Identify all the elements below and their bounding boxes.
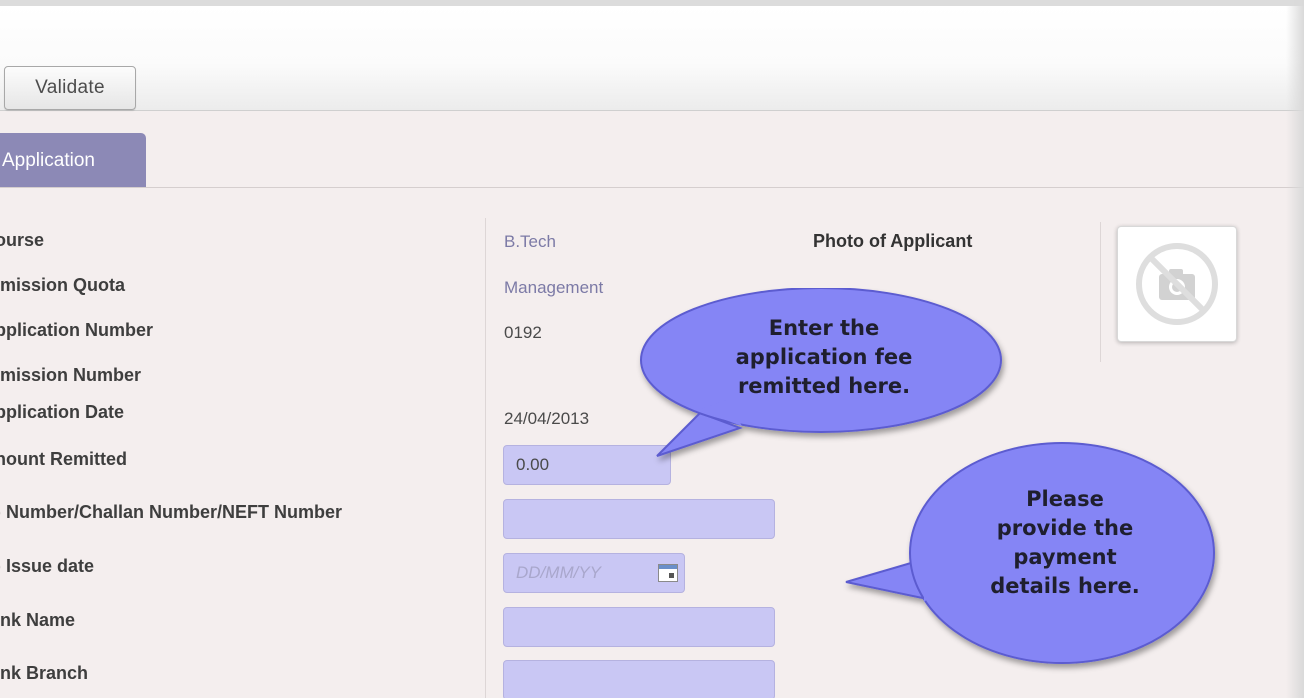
callout-payment-line-3: payment xyxy=(1013,545,1116,569)
callout-fee-line-1: Enter the xyxy=(769,316,879,340)
label-admission-quota: lmission Quota xyxy=(0,275,126,295)
label-bank-name: ink Name xyxy=(0,610,76,630)
dd-issue-date-placeholder: DD/MM/YY xyxy=(516,563,601,582)
callout-payment-bubble: Please provide the payment details here. xyxy=(845,442,1215,664)
callout-fee-line-3: remitted here. xyxy=(738,374,910,398)
label-dd-number: ) Number/Challan Number/NEFT Number xyxy=(0,502,343,522)
application-date-value: 24/04/2013 xyxy=(504,409,590,428)
form-window: Validate Application ourse lmission Quot… xyxy=(0,0,1304,698)
photo-label: Photo of Applicant xyxy=(813,231,973,251)
validate-button[interactable]: Validate xyxy=(4,66,136,110)
dd-number-input[interactable] xyxy=(503,499,775,539)
label-bank-branch: ink Branch xyxy=(0,663,89,683)
label-admission-number: lmission Number xyxy=(0,365,142,385)
bank-branch-input[interactable] xyxy=(503,660,775,698)
photo-divider xyxy=(1100,222,1101,362)
amount-remitted-text: 0.00 xyxy=(516,455,550,474)
callout-fee-line-2: application fee xyxy=(736,345,913,369)
callout-payment-line-2: provide the xyxy=(997,516,1134,540)
calendar-icon[interactable] xyxy=(658,564,678,582)
dd-issue-date-input[interactable]: DD/MM/YY xyxy=(503,553,685,593)
application-number-value: 0192 xyxy=(504,323,542,342)
callout-payment-line-1: Please xyxy=(1026,487,1104,511)
label-application-number: pplication Number xyxy=(0,320,154,340)
tab-application[interactable]: Application xyxy=(0,133,146,188)
tab-divider xyxy=(0,187,1304,188)
course-value[interactable]: B.Tech xyxy=(504,232,556,252)
photo-upload[interactable] xyxy=(1117,226,1237,342)
label-course: ourse xyxy=(0,230,45,250)
column-divider xyxy=(485,218,486,698)
label-application-date: pplication Date xyxy=(0,402,125,422)
bank-name-input[interactable] xyxy=(503,607,775,647)
toolbar: Validate xyxy=(0,6,1304,111)
no-camera-icon xyxy=(1136,243,1218,325)
label-dd-issue-date: ) Issue date xyxy=(0,556,95,576)
admission-quota-value[interactable]: Management xyxy=(504,278,603,298)
label-amount-remitted: nount Remitted xyxy=(0,449,127,469)
callout-payment-line-4: details here. xyxy=(990,574,1139,598)
